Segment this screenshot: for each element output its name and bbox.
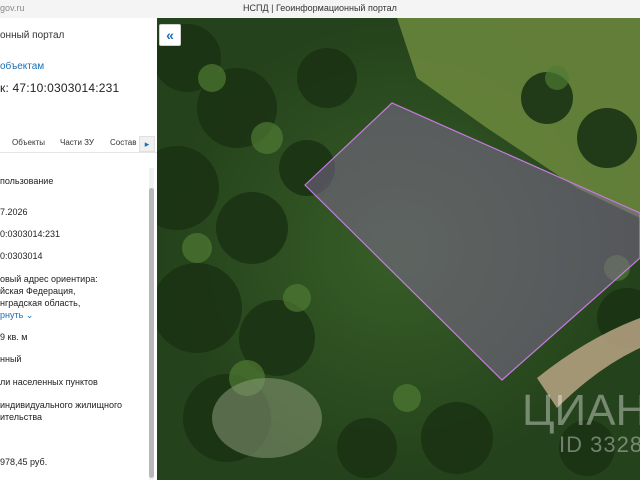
tabs-scroll-right-icon[interactable]: ▸	[139, 136, 155, 152]
attr-date: 7.2026	[0, 207, 28, 217]
tab-parts[interactable]: Части ЗУ	[60, 138, 94, 147]
chevron-down-icon: ⌄	[25, 310, 34, 320]
back-to-objects-link[interactable]: объектам	[0, 61, 44, 72]
double-chevron-left-icon: «	[166, 27, 174, 43]
portal-name: онный портал	[0, 30, 65, 41]
tab-objects[interactable]: Объекты	[12, 138, 45, 147]
watermark-logo: ЦИАН	[522, 386, 640, 435]
attr-address-label: овый адрес ориентира:	[0, 274, 98, 284]
browser-bar: gov.ru НСПД | Геоинформационный портал	[0, 0, 640, 19]
attr-land-category: ли населенных пунктов	[0, 377, 98, 387]
attr-cadastral-value: 978,45 руб.	[0, 457, 48, 467]
attr-permitted-use-line2: ительства	[0, 412, 43, 422]
collapse-panel-button[interactable]: «	[159, 24, 181, 46]
attr-cadastral-number: 0:0303014:231	[0, 229, 61, 239]
sidebar-panel: онный портал объектам к: 47:10:0303014:2…	[0, 18, 158, 480]
map-view[interactable]: ЦИАН ID 332863341	[157, 18, 640, 480]
tabs-bar: Объекты Части ЗУ Состав ▸	[0, 136, 157, 153]
attr-land-use: пользование	[0, 176, 54, 186]
attr-area: 9 кв. м	[0, 332, 28, 342]
attr-address-line2: нградская область,	[0, 298, 81, 308]
expand-label: рнуть	[0, 310, 24, 320]
tab-composition[interactable]: Состав	[110, 138, 137, 147]
attr-permitted-use-line1: индивидуального жилищного	[0, 400, 123, 410]
attr-cadastral-quarter: 0:0303014	[0, 251, 43, 261]
expand-address-link[interactable]: рнуть ⌄	[0, 310, 33, 321]
scrollbar-thumb[interactable]	[149, 188, 154, 478]
window-title: НСПД | Геоинформационный портал	[243, 3, 397, 13]
cadastral-number-title: к: 47:10:0303014:231	[0, 81, 120, 95]
watermark-id: ID 332863341	[559, 432, 640, 457]
attr-status: нный	[0, 354, 22, 364]
attr-address-line1: йская Федерация,	[0, 286, 76, 296]
